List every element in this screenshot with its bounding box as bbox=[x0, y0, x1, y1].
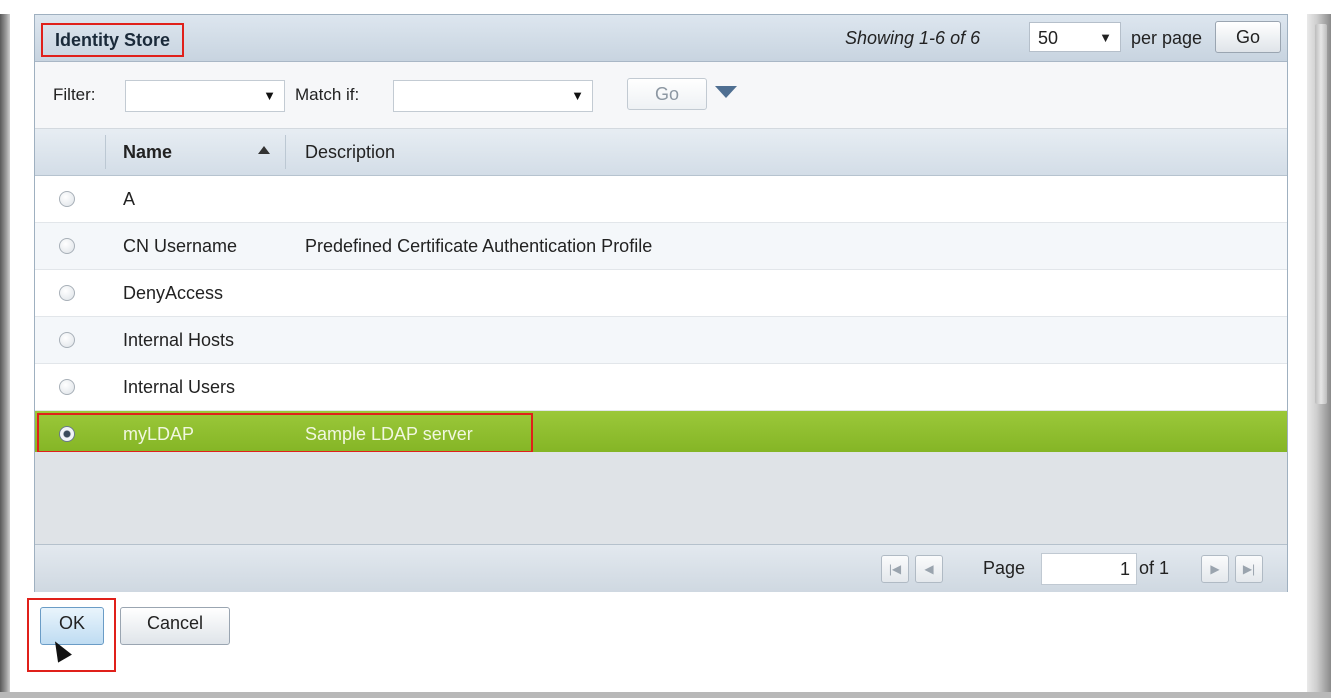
last-page-icon[interactable]: ▶| bbox=[1235, 555, 1263, 583]
first-page-icon[interactable]: |◀ bbox=[881, 555, 909, 583]
next-page-icon[interactable]: ▶ bbox=[1201, 555, 1229, 583]
window-frame-bottom bbox=[0, 692, 1331, 698]
per-page-select[interactable]: 50 ▼ bbox=[1029, 22, 1121, 52]
table-header: Name Description bbox=[35, 129, 1287, 176]
page-total: of 1 bbox=[1139, 558, 1170, 578]
column-divider bbox=[285, 135, 286, 169]
filter-dropdown[interactable]: ▼ bbox=[125, 80, 285, 112]
row-radio[interactable] bbox=[59, 379, 75, 395]
table-row[interactable]: Internal Hosts bbox=[35, 317, 1287, 364]
chevron-down-icon: ▼ bbox=[263, 88, 276, 103]
table-row[interactable]: Internal Users bbox=[35, 364, 1287, 411]
table-empty-area bbox=[35, 452, 1287, 544]
table-body: A CN Username Predefined Certificate Aut… bbox=[35, 176, 1287, 458]
table-row[interactable]: A bbox=[35, 176, 1287, 223]
page-label: Page bbox=[983, 558, 1026, 578]
filter-bar: Filter: ▼ Match if: ▼ Go bbox=[35, 62, 1287, 129]
table-row-selected[interactable]: myLDAP Sample LDAP server bbox=[35, 411, 1287, 458]
identity-store-panel: Identity Store Showing 1-6 of 6 50 ▼ per… bbox=[34, 14, 1288, 592]
row-radio[interactable] bbox=[59, 285, 75, 301]
per-page-label: per page bbox=[1131, 28, 1203, 48]
scrollbar-thumb[interactable] bbox=[1315, 24, 1327, 404]
row-radio[interactable] bbox=[59, 332, 75, 348]
window-frame-left bbox=[0, 14, 10, 698]
column-divider bbox=[105, 135, 106, 169]
table-row[interactable]: DenyAccess bbox=[35, 270, 1287, 317]
column-header-description[interactable]: Description bbox=[305, 129, 395, 175]
column-header-name[interactable]: Name bbox=[123, 129, 172, 175]
filter-label: Filter: bbox=[53, 85, 96, 104]
row-name: Internal Hosts bbox=[123, 330, 235, 350]
match-if-label: Match if: bbox=[295, 85, 360, 104]
cancel-button[interactable]: Cancel bbox=[120, 607, 230, 645]
row-radio[interactable] bbox=[59, 191, 75, 207]
ok-button[interactable]: OK bbox=[40, 607, 104, 645]
per-page-value: 50 bbox=[1038, 28, 1059, 48]
match-if-dropdown[interactable]: ▼ bbox=[393, 80, 593, 112]
per-page-go-button[interactable]: Go bbox=[1215, 21, 1281, 53]
row-name: CN Username bbox=[123, 236, 238, 256]
chevron-down-icon: ▼ bbox=[571, 88, 584, 103]
row-name: DenyAccess bbox=[123, 283, 224, 303]
row-radio[interactable] bbox=[59, 238, 75, 254]
chevron-down-icon: ▼ bbox=[1099, 30, 1112, 45]
selection-highlight-box bbox=[37, 413, 533, 453]
page-number-input[interactable]: 1 bbox=[1041, 553, 1137, 585]
pagination-bar: |◀ ◀ Page 1 of 1 ▶ ▶| bbox=[35, 544, 1287, 592]
table-row[interactable]: CN Username Predefined Certificate Authe… bbox=[35, 223, 1287, 270]
row-name: A bbox=[123, 189, 136, 209]
showing-count: Showing 1-6 of 6 bbox=[845, 28, 981, 48]
prev-page-icon[interactable]: ◀ bbox=[915, 555, 943, 583]
row-name: Internal Users bbox=[123, 377, 236, 397]
filter-go-button[interactable]: Go bbox=[627, 78, 707, 110]
sort-ascending-icon[interactable] bbox=[258, 146, 270, 154]
panel-titlebar: Identity Store Showing 1-6 of 6 50 ▼ per… bbox=[35, 15, 1287, 62]
window-scrollbar[interactable] bbox=[1307, 14, 1331, 698]
panel-title: Identity Store bbox=[41, 23, 185, 57]
filter-options-icon[interactable] bbox=[715, 86, 737, 98]
row-description: Predefined Certificate Authentication Pr… bbox=[305, 236, 653, 256]
